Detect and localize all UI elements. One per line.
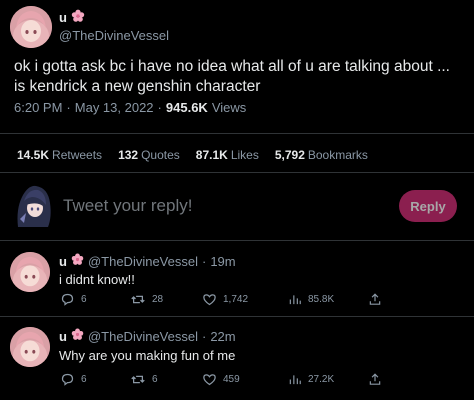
- tweet-time[interactable]: 6:20 PM: [14, 100, 62, 115]
- views-action[interactable]: 27.2K: [288, 372, 368, 387]
- quotes-label: Quotes: [141, 148, 180, 162]
- views-icon: [289, 295, 301, 305]
- reply-text: Why are you making fun of me: [59, 348, 236, 363]
- display-name[interactable]: u: [59, 254, 67, 269]
- user-handle[interactable]: @TheDivineVessel: [88, 329, 198, 344]
- reply-input[interactable]: Tweet your reply!: [63, 196, 192, 216]
- reply-actions: 6 6 459 27.2K: [60, 372, 382, 387]
- separator-dot: ·: [201, 328, 207, 344]
- retweets-label: Retweets: [52, 148, 103, 162]
- reply-count: 6: [81, 294, 87, 305]
- retweets-stat[interactable]: 14.5K Retweets: [17, 148, 102, 162]
- separator-dot: ·: [201, 253, 207, 269]
- tweet-text: ok i gotta ask bc i have no idea what al…: [14, 58, 450, 95]
- engagement-stats: 14.5K Retweets 132 Quotes 87.1K Likes 5,792…: [17, 148, 368, 162]
- views-label: Views: [211, 100, 247, 115]
- reply-action[interactable]: 6: [60, 372, 130, 387]
- retweet-action[interactable]: 6: [130, 372, 202, 387]
- main-tweet-author: u: [59, 9, 85, 26]
- likes-stat[interactable]: 87.1K Likes: [196, 148, 259, 162]
- avatar[interactable]: [10, 327, 50, 367]
- quotes-stat[interactable]: 132 Quotes: [118, 148, 180, 162]
- likes-count: 87.1K: [195, 148, 228, 162]
- views-count: 85.8K: [308, 294, 335, 305]
- share-action[interactable]: [368, 372, 382, 387]
- reply-text: i didnt know!!: [59, 272, 135, 287]
- retweet-count: 6: [152, 374, 158, 385]
- reply-time[interactable]: 22m: [210, 329, 235, 344]
- reply-action[interactable]: 6: [60, 292, 130, 307]
- like-action[interactable]: 1,742: [202, 292, 288, 307]
- sakura-flower-icon: [71, 9, 85, 26]
- reply-icon: [61, 373, 74, 386]
- user-handle[interactable]: @TheDivineVessel: [59, 28, 169, 43]
- separator-dot: ·: [157, 100, 162, 115]
- reply-author: u @TheDivineVessel · 22m: [59, 328, 236, 344]
- current-user-avatar: [14, 183, 54, 227]
- reply-actions: 6 28 1,742 85.8K: [60, 292, 382, 307]
- divider: [0, 172, 474, 173]
- display-name[interactable]: u: [59, 329, 67, 344]
- share-action[interactable]: [368, 292, 382, 307]
- retweet-icon: [131, 295, 145, 304]
- avatar[interactable]: [10, 252, 50, 292]
- reply-count: 6: [81, 374, 87, 385]
- display-name[interactable]: u: [59, 10, 67, 25]
- share-icon: [369, 293, 381, 305]
- like-icon: [203, 374, 216, 386]
- quotes-count: 132: [118, 148, 139, 162]
- sakura-flower-icon: [71, 253, 84, 269]
- user-handle[interactable]: @TheDivineVessel: [88, 254, 198, 269]
- divider: [0, 240, 474, 241]
- tweet-meta: 6:20 PM · May 13, 2022 · 945.6K Views: [14, 100, 246, 115]
- reply-icon: [61, 293, 74, 306]
- views-count: 27.2K: [308, 374, 335, 385]
- bookmarks-label: Bookmarks: [307, 148, 368, 162]
- retweets-count: 14.5K: [17, 148, 50, 162]
- reply-time[interactable]: 19m: [210, 254, 235, 269]
- views-icon: [289, 375, 301, 385]
- retweet-count: 28: [152, 294, 164, 305]
- like-count: 1,742: [223, 294, 249, 305]
- divider: [0, 316, 474, 317]
- bookmarks-count: 5,792: [274, 148, 305, 162]
- divider: [0, 133, 474, 134]
- views-action[interactable]: 85.8K: [288, 292, 368, 307]
- views-count: 945.6K: [165, 100, 208, 115]
- reply-author: u @TheDivineVessel · 19m: [59, 253, 236, 269]
- like-icon: [203, 294, 216, 306]
- avatar[interactable]: [10, 6, 52, 48]
- share-icon: [369, 373, 381, 385]
- separator-dot: ·: [66, 100, 71, 115]
- like-count: 459: [223, 374, 240, 385]
- reply-button[interactable]: Reply: [399, 190, 457, 222]
- like-action[interactable]: 459: [202, 372, 288, 387]
- likes-label: Likes: [230, 148, 259, 162]
- sakura-flower-icon: [71, 328, 84, 344]
- bookmarks-stat[interactable]: 5,792 Bookmarks: [275, 148, 368, 162]
- tweet-date[interactable]: May 13, 2022: [75, 100, 154, 115]
- retweet-icon: [131, 375, 145, 384]
- retweet-action[interactable]: 28: [130, 292, 202, 307]
